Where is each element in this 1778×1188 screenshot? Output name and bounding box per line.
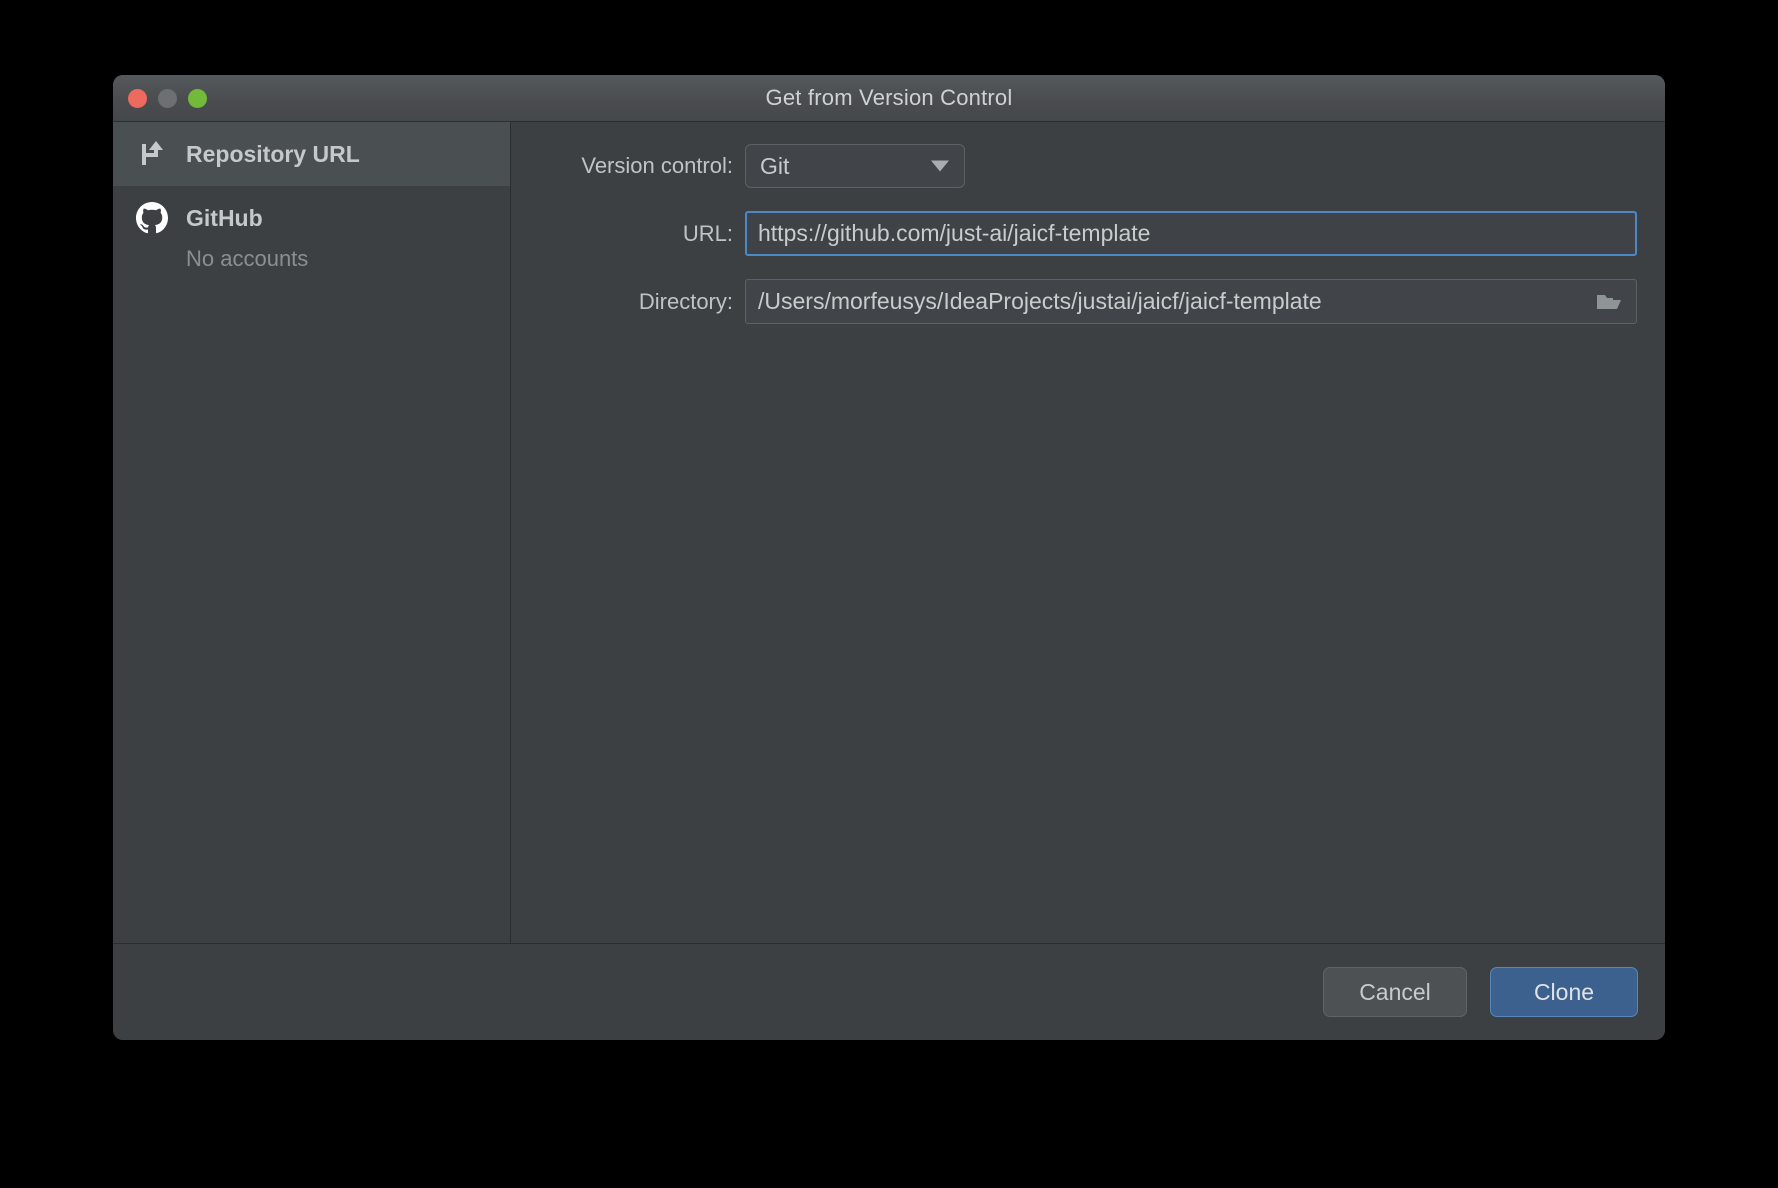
window-controls bbox=[128, 75, 207, 121]
git-clone-icon bbox=[135, 137, 169, 171]
sidebar-item-label: GitHub bbox=[186, 204, 263, 231]
zoom-window-button[interactable] bbox=[188, 88, 207, 108]
clone-button[interactable]: Clone bbox=[1490, 967, 1638, 1017]
close-window-button[interactable] bbox=[128, 88, 147, 108]
github-accounts-status: No accounts bbox=[186, 246, 309, 271]
directory-input[interactable]: /Users/morfeusys/IdeaProjects/justai/jai… bbox=[745, 279, 1637, 324]
get-from-version-control-dialog: Get from Version Control Repository URL bbox=[113, 75, 1665, 1040]
title-bar: Get from Version Control bbox=[113, 75, 1665, 122]
sidebar-item-label: Repository URL bbox=[186, 140, 360, 167]
minimize-window-button[interactable] bbox=[158, 88, 177, 108]
dialog-footer: Cancel Clone bbox=[113, 943, 1665, 1040]
chevron-down-icon bbox=[931, 160, 949, 172]
folder-open-icon[interactable] bbox=[1596, 291, 1622, 313]
url-value: https://github.com/just-ai/jaicf-templat… bbox=[758, 220, 1151, 246]
directory-value: /Users/morfeusys/IdeaProjects/justai/jai… bbox=[758, 288, 1322, 314]
sidebar-item-repository-url[interactable]: Repository URL bbox=[113, 122, 510, 186]
sidebar-item-github[interactable]: GitHub No accounts bbox=[113, 186, 510, 272]
sidebar: Repository URL GitHub No accounts bbox=[113, 122, 511, 943]
url-input[interactable]: https://github.com/just-ai/jaicf-templat… bbox=[745, 211, 1637, 256]
cancel-button[interactable]: Cancel bbox=[1323, 967, 1467, 1017]
dialog-body: Repository URL GitHub No accounts Versio… bbox=[113, 122, 1665, 943]
version-control-select[interactable]: Git bbox=[745, 144, 965, 188]
window-title: Get from Version Control bbox=[765, 85, 1013, 110]
version-control-value: Git bbox=[760, 152, 790, 179]
directory-label: Directory: bbox=[638, 288, 733, 314]
url-row: URL: https://github.com/just-ai/jaicf-te… bbox=[537, 211, 1637, 256]
form-pane: Version control: Git URL: https://github… bbox=[511, 122, 1665, 943]
github-icon bbox=[135, 201, 169, 235]
version-control-row: Version control: Git bbox=[537, 144, 1637, 188]
version-control-label: Version control: bbox=[581, 153, 733, 178]
directory-row: Directory: /Users/morfeusys/IdeaProjects… bbox=[537, 279, 1637, 324]
url-label: URL: bbox=[682, 220, 733, 246]
